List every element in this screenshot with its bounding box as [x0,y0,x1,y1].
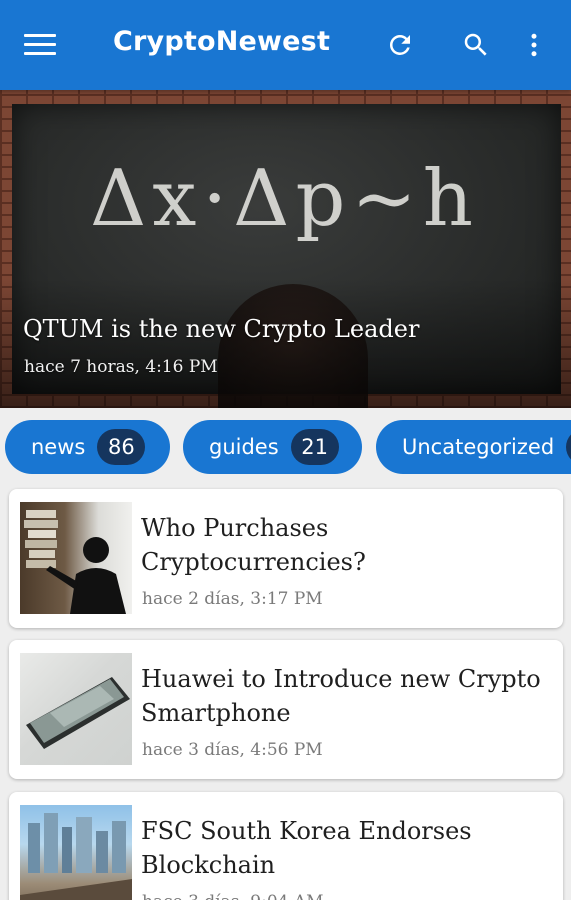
category-chip-uncategorized[interactable]: Uncategorized [376,420,571,474]
article-thumbnail [20,502,132,614]
featured-article[interactable]: Δx·Δp~h QTUM is the new Crypto Leader ha… [0,90,571,408]
category-count-badge: 86 [97,429,146,465]
featured-timestamp: hace 7 horas, 4:16 PM [24,357,218,377]
category-count-badge: 21 [290,429,339,465]
menu-icon[interactable] [24,30,60,58]
app-title: CryptoNewest [113,26,331,57]
category-chip-guides[interactable]: guides 21 [183,420,362,474]
category-count-badge [566,429,571,465]
category-label: guides [209,435,279,459]
article-title[interactable]: FSC South Korea Endorses Blockchain [141,814,541,882]
article-card[interactable]: Who Purchases Cryptocurrencies? hace 2 d… [9,489,563,628]
article-card[interactable]: FSC South Korea Endorses Blockchain hace… [9,792,563,900]
article-card[interactable]: Huawei to Introduce new Crypto Smartphon… [9,640,563,779]
chalk-equation: Δx·Δp~h [90,154,479,244]
category-label: Uncategorized [402,435,555,459]
category-chip-news[interactable]: news 86 [5,420,170,474]
app-bar: CryptoNewest [0,0,571,90]
category-chips: news 86 guides 21 Uncategorized [0,408,571,488]
article-title[interactable]: Who Purchases Cryptocurrencies? [141,511,541,579]
article-thumbnail [20,653,132,765]
article-title[interactable]: Huawei to Introduce new Crypto Smartphon… [141,662,541,730]
more-vertical-icon[interactable] [518,28,550,62]
refresh-icon[interactable] [384,28,416,62]
hero-gradient-overlay [0,278,571,408]
article-timestamp: hace 2 días, 3:17 PM [142,589,323,609]
category-label: news [31,435,86,459]
featured-title[interactable]: QTUM is the new Crypto Leader [23,315,419,343]
article-timestamp: hace 3 días, 4:56 PM [142,740,323,760]
article-thumbnail [20,805,132,900]
search-icon[interactable] [460,28,492,62]
article-timestamp: hace 3 días, 9:04 AM [142,892,324,900]
